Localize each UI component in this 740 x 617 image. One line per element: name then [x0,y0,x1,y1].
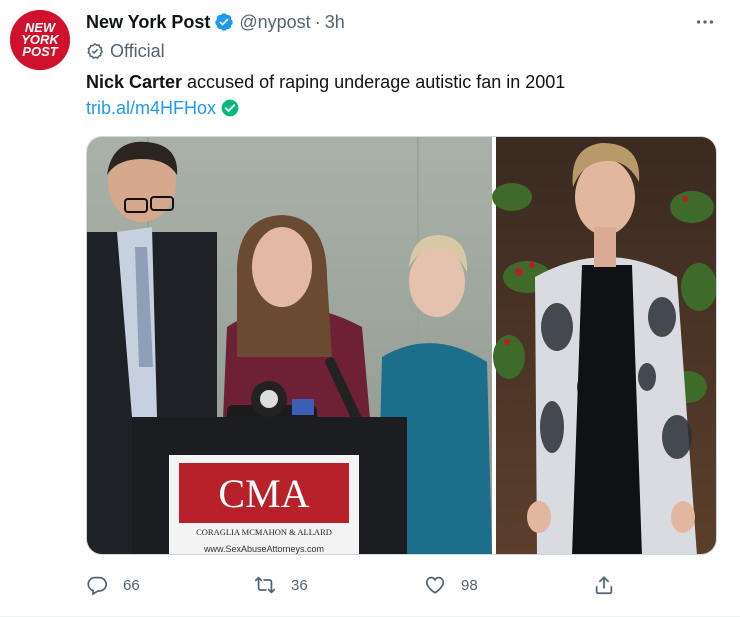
new-york-post-logo: NEW YORK POST [10,10,70,70]
reply-icon [87,576,108,596]
official-label: Official [86,40,165,62]
tweet-link-line: trib.al/m4HFHox [86,96,240,120]
tweet-text-bold: Nick Carter [86,72,183,92]
verified-badge-icon[interactable] [214,12,234,32]
official-text: Official [110,40,165,61]
reply-button[interactable]: 66 [86,570,140,600]
sign-firm-name: CORAGLIA MCMAHON & ALLARD [196,527,332,537]
retweet-count: 36 [291,576,308,594]
sign-url: www.SexAbuseAttorneys.com [203,544,324,554]
tweet-media[interactable]: CMA CORAGLIA MCMAHON & ALLARD www.SexAbu… [86,136,717,555]
like-icon [425,576,445,594]
share-button[interactable] [593,570,615,600]
like-count: 98 [461,576,478,594]
tweet-link[interactable]: trib.al/m4HFHox [86,98,216,119]
link-check-icon [221,99,239,117]
display-name[interactable]: New York Post [86,12,210,33]
tweet-header: New York Post @nypost · 3h [86,10,345,34]
avatar-line-3: POST [22,44,58,59]
separator-dot: · [314,11,321,32]
tweet-actions: 66 36 98 [86,570,626,600]
sign-logo: CMA [218,471,309,516]
press-conference-photo: CMA CORAGLIA MCMAHON & ALLARD www.SexAbu… [87,137,492,554]
share-icon [595,576,613,595]
portrait-photo [492,137,716,554]
avatar[interactable]: NEW YORK POST [10,10,70,70]
tweet-text-rest: accused of raping underage autistic fan … [182,72,566,92]
media-photo-composite: CMA CORAGLIA MCMAHON & ALLARD www.SexAbu… [87,137,716,554]
tweet-text: Nick Carter accused of raping underage a… [86,70,565,94]
retweet-button[interactable]: 36 [254,570,308,600]
retweet-icon [254,576,276,594]
like-button[interactable]: 98 [424,570,478,600]
more-icon[interactable] [692,11,718,33]
reply-count: 66 [123,576,140,594]
timestamp[interactable]: 3h [325,12,345,33]
tweet[interactable]: NEW YORK POST New York Post @nypost · 3h [0,0,740,617]
handle[interactable]: @nypost [239,12,310,33]
official-badge-icon [87,42,104,60]
